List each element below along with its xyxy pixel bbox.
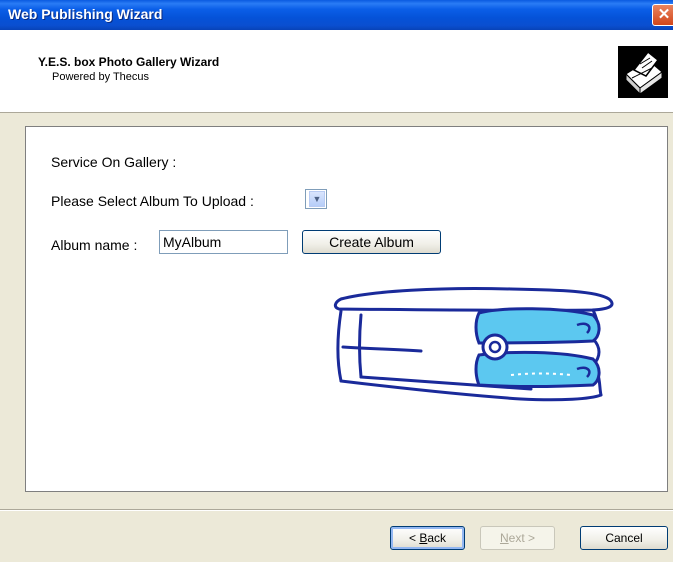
service-label: Service On Gallery : xyxy=(51,154,177,170)
next-rest: ext > xyxy=(508,531,536,545)
album-name-input[interactable]: MyAlbum xyxy=(159,230,288,254)
album-select-label: Please Select Album To Upload : xyxy=(51,193,254,209)
nas-storage-device-illustration xyxy=(333,287,614,402)
close-icon: ✕ xyxy=(657,6,671,23)
window-title: Web Publishing Wizard xyxy=(8,6,163,22)
back-prefix: < xyxy=(408,531,420,545)
back-button[interactable]: < Back xyxy=(390,526,465,550)
next-button[interactable]: Next > xyxy=(480,526,555,550)
next-mnemonic: N xyxy=(499,531,509,545)
printer-publish-icon xyxy=(618,46,668,98)
wizard-header: Y.E.S. box Photo Gallery Wizard Powered … xyxy=(0,30,673,113)
close-button[interactable]: ✕ xyxy=(652,4,673,26)
title-bar[interactable]: Web Publishing Wizard ✕ xyxy=(0,0,673,30)
chevron-down-icon[interactable]: ▼ xyxy=(309,191,325,207)
content-panel: Service On Gallery : Please Select Album… xyxy=(25,126,668,492)
cancel-button[interactable]: Cancel xyxy=(580,526,668,550)
back-rest: ack xyxy=(427,531,447,545)
wizard-title: Y.E.S. box Photo Gallery Wizard xyxy=(38,55,220,69)
album-name-label: Album name : xyxy=(51,237,138,253)
album-select-dropdown[interactable]: ▼ xyxy=(305,189,327,209)
wizard-subtitle: Powered by Thecus xyxy=(52,71,150,83)
wizard-window: Web Publishing Wizard ✕ Y.E.S. box Photo… xyxy=(0,0,673,562)
footer-divider xyxy=(0,509,673,511)
create-album-button[interactable]: Create Album xyxy=(302,230,441,254)
